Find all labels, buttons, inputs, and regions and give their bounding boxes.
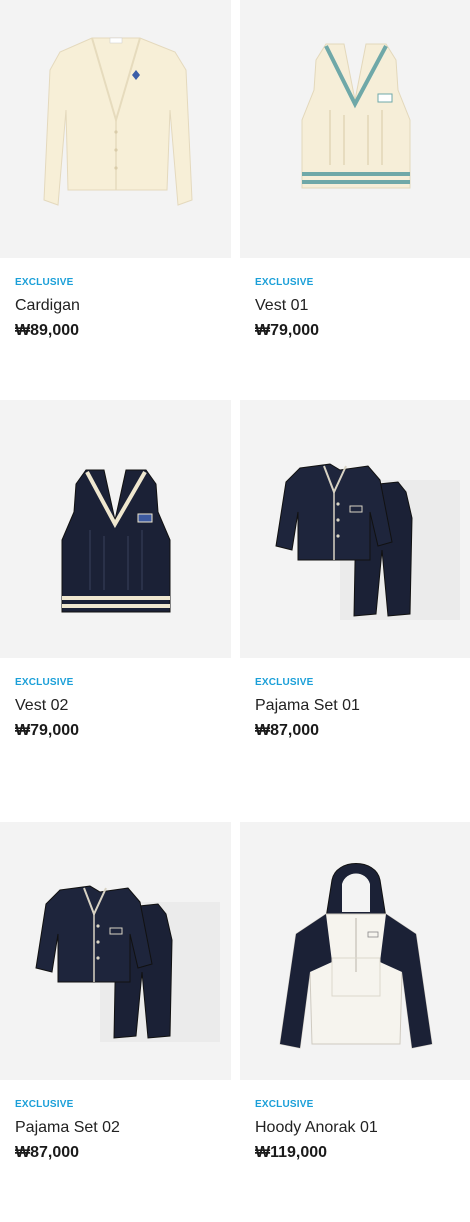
product-image[interactable] [240,822,470,1080]
product-price: ₩87,000 [15,1144,80,1161]
product-image[interactable] [0,400,231,658]
product-card-hoody-anorak-01[interactable]: EXCLUSIVE Hoody Anorak 01 ₩119,000 [240,822,470,1222]
cardigan-image [43,37,193,206]
hoody-anorak-image [279,863,433,1049]
product-card-cardigan[interactable]: EXCLUSIVE Cardigan ₩89,000 [0,0,231,400]
product-name[interactable]: Cardigan [15,297,80,315]
product-name[interactable]: Hoody Anorak 01 [255,1119,378,1137]
product-name[interactable]: Vest 01 [255,297,308,315]
exclusive-badge: EXCLUSIVE [15,677,74,688]
pajama-set-image [35,885,220,1042]
product-price: ₩119,000 [255,1144,328,1161]
product-image[interactable] [240,0,470,258]
exclusive-badge: EXCLUSIVE [255,1099,314,1110]
vest-cream-image [301,43,411,189]
vest-navy-image [61,469,171,613]
product-name[interactable]: Pajama Set 01 [255,697,360,715]
exclusive-badge: EXCLUSIVE [15,277,74,288]
product-name[interactable]: Vest 02 [15,697,68,715]
exclusive-badge: EXCLUSIVE [255,277,314,288]
product-grid: EXCLUSIVE Cardigan ₩89,000 EXCLUSIVE Ves… [0,0,470,1200]
product-name[interactable]: Pajama Set 02 [15,1119,120,1137]
product-price: ₩79,000 [15,722,80,739]
product-price: ₩89,000 [15,322,80,339]
product-price: ₩87,000 [255,722,320,739]
product-card-vest-01[interactable]: EXCLUSIVE Vest 01 ₩79,000 [240,0,470,400]
product-image[interactable] [0,0,231,258]
product-image[interactable] [0,822,231,1080]
product-card-pajama-set-01[interactable]: EXCLUSIVE Pajama Set 01 ₩87,000 [240,400,470,800]
product-card-pajama-set-02[interactable]: EXCLUSIVE Pajama Set 02 ₩87,000 [0,822,231,1222]
product-card-vest-02[interactable]: EXCLUSIVE Vest 02 ₩79,000 [0,400,231,800]
pajama-set-image [275,463,460,620]
product-price: ₩79,000 [255,322,320,339]
product-image[interactable] [240,400,470,658]
exclusive-badge: EXCLUSIVE [255,677,314,688]
exclusive-badge: EXCLUSIVE [15,1099,74,1110]
